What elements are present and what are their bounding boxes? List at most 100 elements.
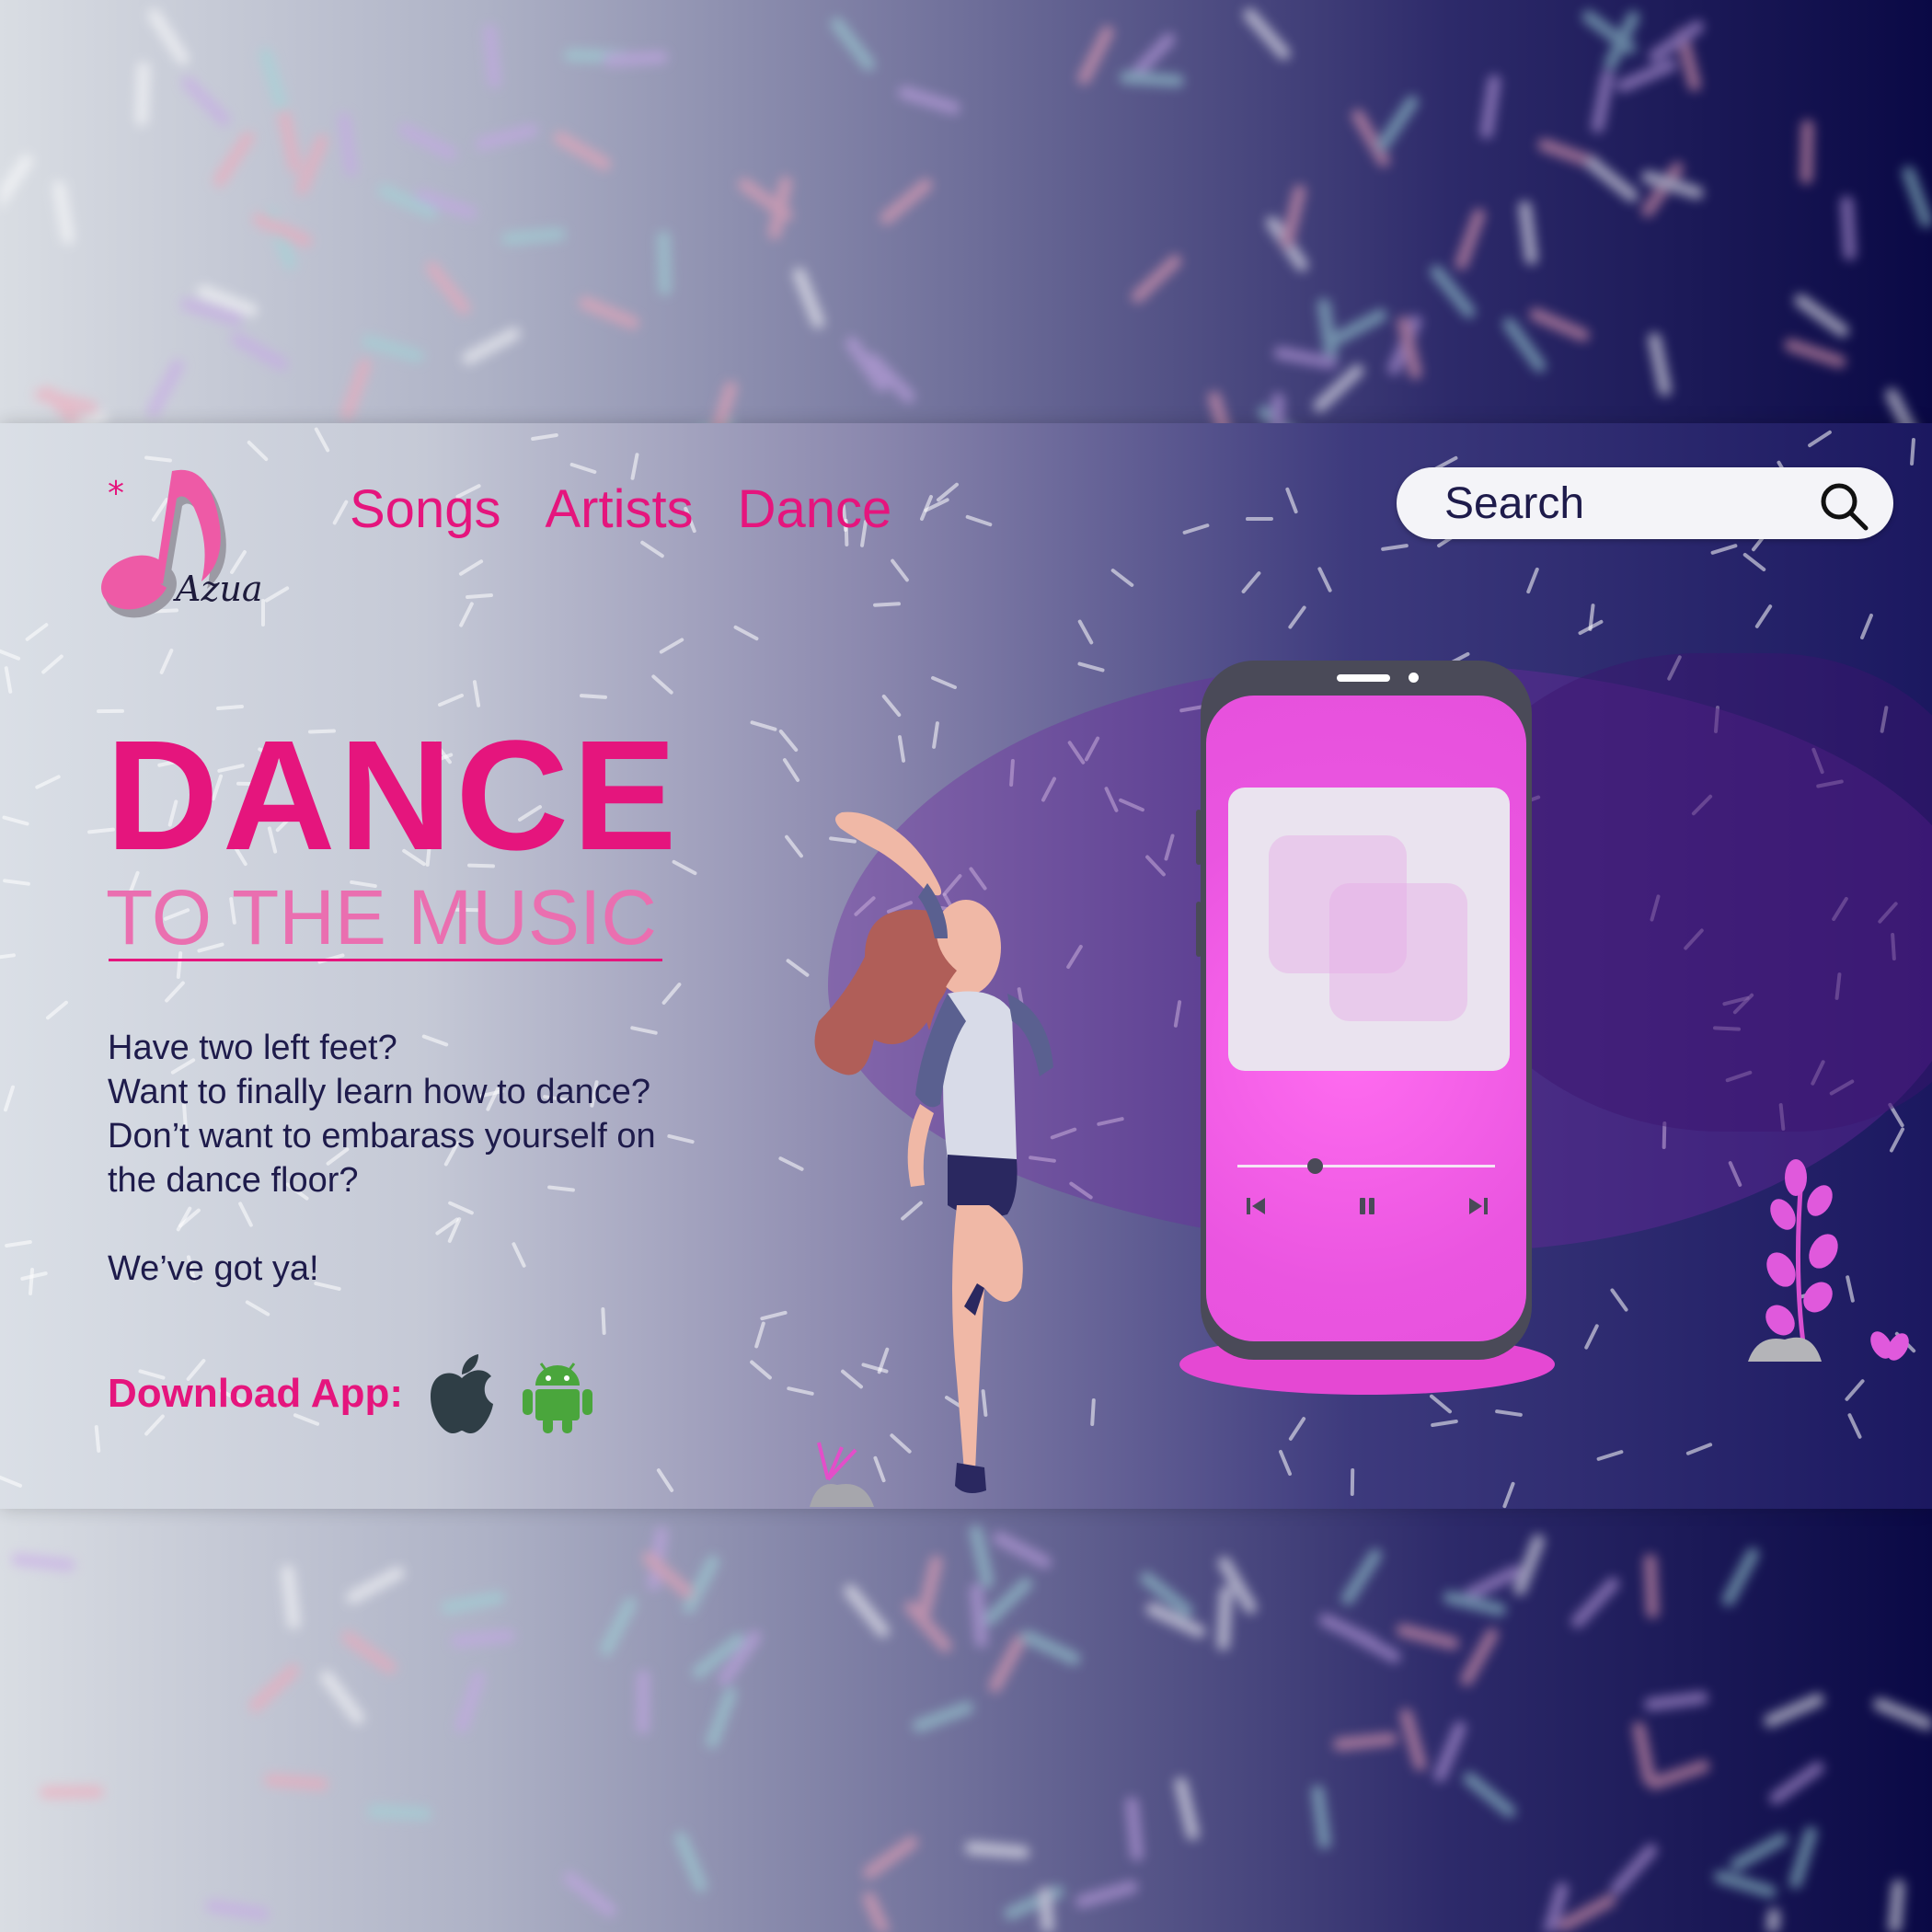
backdrop-confetti [550,129,614,173]
download-section: Download App: [108,1352,594,1435]
backdrop-confetti [1479,74,1502,140]
backdrop-confetti [343,1564,408,1607]
confetti-piece [639,539,665,558]
logo[interactable]: * Azua [97,451,271,635]
confetti-piece [1501,1481,1515,1509]
confetti-piece [1710,543,1739,555]
backdrop-confetti [1647,331,1673,397]
backdrop-confetti [1762,1690,1826,1730]
backdrop-confetti [227,329,291,374]
backdrop-confetti [1119,70,1185,88]
backdrop-confetti [277,108,304,175]
confetti-piece [659,638,685,655]
album-art[interactable] [1228,788,1510,1071]
previous-icon[interactable] [1243,1192,1271,1220]
backdrop-confetti [1172,1776,1201,1842]
confetti-piece [897,734,906,763]
backdrop-confetti [178,74,234,130]
backdrop-confetti [422,259,473,318]
confetti-piece [1494,1409,1523,1418]
confetti-piece [1807,430,1833,449]
confetti-piece [656,1467,675,1493]
nav-songs[interactable]: Songs [350,478,500,540]
backdrop-confetti [1310,1784,1332,1850]
backdrop-confetti [1457,1625,1501,1688]
confetti-piece [661,982,683,1006]
confetti-piece [4,665,13,694]
confetti-piece [1428,1394,1453,1415]
backdrop-confetti [134,62,151,127]
confetti-piece [1381,543,1409,551]
backdrop-confetti [1788,1824,1820,1891]
confetti-piece [244,1299,270,1317]
confetti-piece [749,720,777,732]
android-icon[interactable] [521,1352,594,1435]
backdrop-confetti [1332,1731,1398,1752]
backdrop-confetti [1900,164,1932,230]
search-input[interactable] [1443,477,1796,530]
confetti-piece [569,462,598,475]
confetti-piece [1287,604,1307,629]
confetti-piece [880,693,903,718]
backdrop-confetti [1887,1880,1906,1932]
playback-progress-bar[interactable] [1237,1158,1495,1174]
main-nav: Songs Artists Dance [350,478,891,540]
svg-text:*: * [108,475,124,512]
pause-icon[interactable] [1353,1192,1381,1220]
confetti-piece [749,1359,773,1381]
backdrop-confetti [1124,1796,1144,1862]
confetti-piece [458,558,485,577]
backdrop-confetti [10,1552,76,1572]
backdrop-confetti [1427,262,1478,321]
backdrop-confetti [1590,68,1616,134]
download-label: Download App: [108,1371,403,1416]
backdrop-confetti [204,1898,270,1922]
confetti-piece [1246,516,1274,521]
backdrop-confetti [500,226,567,246]
confetti-piece [45,999,70,1020]
confetti-piece [34,775,62,790]
album-art-square [1329,883,1467,1021]
next-icon[interactable] [1464,1192,1491,1220]
backdrop-confetti [1711,1869,1778,1900]
nav-dance[interactable]: Dance [738,478,892,540]
backdrop-confetti [450,1628,516,1649]
backdrop-confetti [1871,1695,1932,1732]
backdrop-confetti [1582,154,1642,205]
confetti-piece [784,834,805,858]
confetti-piece [1288,1416,1306,1442]
backdrop-confetti [1614,56,1679,95]
confetti-piece [785,958,810,978]
nav-artists[interactable]: Artists [545,478,693,540]
backdrop-confetti [969,1582,988,1649]
dancer-illustration [814,811,1053,1494]
confetti-piece [1909,438,1916,466]
backdrop-confetti [246,1661,302,1715]
confetti-piece [650,673,674,696]
backdrop-confetti [1326,306,1389,349]
search-icon[interactable] [1818,480,1869,532]
phone-speaker [1337,674,1390,682]
backdrop-confetti [1728,1830,1791,1874]
progress-knob[interactable] [1307,1158,1323,1174]
phone-mockup [1201,661,1532,1360]
confetti-piece [890,558,910,583]
backdrop-confetti [1216,1585,1234,1651]
backdrop-confetti [916,1554,945,1621]
backdrop-confetti [841,1581,892,1640]
backdrop-confetti [317,1668,367,1728]
apple-icon[interactable] [425,1352,499,1435]
backdrop-confetti [896,85,962,117]
backdrop-confetti [656,230,672,295]
backdrop-confetti [597,1595,639,1659]
confetti-piece [1685,1442,1713,1455]
backdrop-confetti [1645,17,1707,65]
backdrop-confetti [459,324,523,367]
backdrop-confetti [1397,1707,1429,1773]
backdrop-confetti [396,121,460,162]
backdrop-confetti [1643,1553,1660,1618]
backdrop-confetti [1643,1690,1709,1712]
confetti-piece [164,980,186,1004]
description-line: Want to finally learn how to dance? [108,1073,651,1111]
